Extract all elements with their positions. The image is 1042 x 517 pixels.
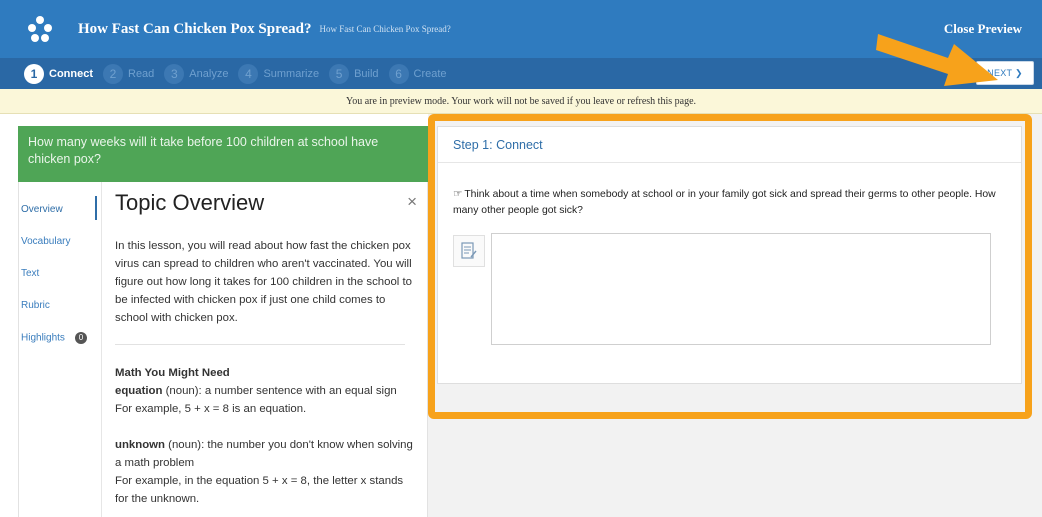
- pointing-hand-icon: ☞: [453, 189, 463, 200]
- app-logo-icon[interactable]: [18, 7, 62, 51]
- nav-rubric[interactable]: Rubric: [21, 300, 50, 311]
- notepad-icon: [461, 242, 477, 259]
- active-indicator: [95, 196, 97, 220]
- divider: [115, 344, 405, 345]
- step-number: 3: [164, 63, 185, 84]
- preview-notice: You are in preview mode. Your work will …: [0, 89, 1042, 114]
- step-summarize[interactable]: 4 Summarize: [238, 63, 320, 84]
- answer-textarea[interactable]: [491, 233, 991, 345]
- nav-vocabulary[interactable]: Vocabulary: [21, 236, 70, 247]
- vocab-equation-example: For example, 5 + x = 8 is an equation.: [115, 403, 307, 415]
- step-build[interactable]: 5 Build: [329, 63, 379, 84]
- step-analyze[interactable]: 3 Analyze: [164, 63, 229, 84]
- overview-title: Topic Overview: [115, 190, 265, 215]
- nav-text[interactable]: Text: [21, 268, 39, 279]
- highlights-count-badge: 0: [74, 332, 87, 344]
- close-icon[interactable]: ×: [407, 192, 417, 212]
- vocab-equation: equation (noun): a number sentence with …: [115, 382, 415, 400]
- nav-highlights[interactable]: Highlights 0: [21, 332, 87, 344]
- step-card: Step 1: Connect ☞ Think about a time when…: [437, 126, 1022, 384]
- prompt-text: Think about a time when somebody at scho…: [453, 189, 996, 216]
- step-number: 6: [388, 63, 409, 84]
- topic-panel: Overview Vocabulary Text Rubric Highligh…: [18, 182, 428, 517]
- nav-overview[interactable]: Overview: [21, 204, 63, 215]
- step-connect[interactable]: 1 Connect: [24, 63, 93, 84]
- term-equation-def: (noun): a number sentence with an equal …: [162, 385, 397, 397]
- step-label: Read: [128, 67, 155, 80]
- term-equation: equation: [115, 385, 163, 397]
- step-number: 1: [24, 63, 44, 84]
- driving-question: How many weeks will it take before 100 c…: [18, 126, 428, 182]
- step-label: Analyze: [189, 67, 229, 80]
- vocab-unknown: unknown (noun): the number you don't kno…: [115, 436, 415, 472]
- overview-content: Topic Overview × In this lesson, you wil…: [101, 182, 429, 517]
- annotation-arrow-icon: [876, 34, 998, 86]
- step-number: 2: [103, 63, 123, 84]
- step-label: Build: [354, 67, 379, 80]
- step-label: Summarize: [263, 67, 320, 80]
- notes-button[interactable]: [453, 235, 485, 267]
- overview-intro: In this lesson, you will read about how …: [115, 240, 412, 324]
- lesson-subtitle: How Fast Can Chicken Pox Spread?: [319, 24, 451, 34]
- step-label: Connect: [49, 67, 93, 80]
- step-card-header: Step 1: Connect: [438, 127, 1021, 163]
- side-nav: Overview Vocabulary Text Rubric Highligh…: [19, 182, 101, 517]
- connect-prompt: ☞ Think about a time when somebody at sch…: [453, 187, 1003, 219]
- term-unknown: unknown: [115, 439, 165, 451]
- step-create[interactable]: 6 Create: [388, 63, 447, 84]
- step-number: 5: [329, 63, 350, 84]
- step-label: Create: [413, 67, 447, 80]
- step-read[interactable]: 2 Read: [103, 63, 155, 84]
- step-number: 4: [238, 63, 259, 84]
- math-heading: Math You Might Need: [115, 367, 230, 379]
- lesson-title: How Fast Can Chicken Pox Spread?: [78, 20, 312, 37]
- vocab-unknown-example: For example, in the equation 5 + x = 8, …: [115, 475, 404, 505]
- nav-highlights-label: Highlights: [21, 332, 65, 344]
